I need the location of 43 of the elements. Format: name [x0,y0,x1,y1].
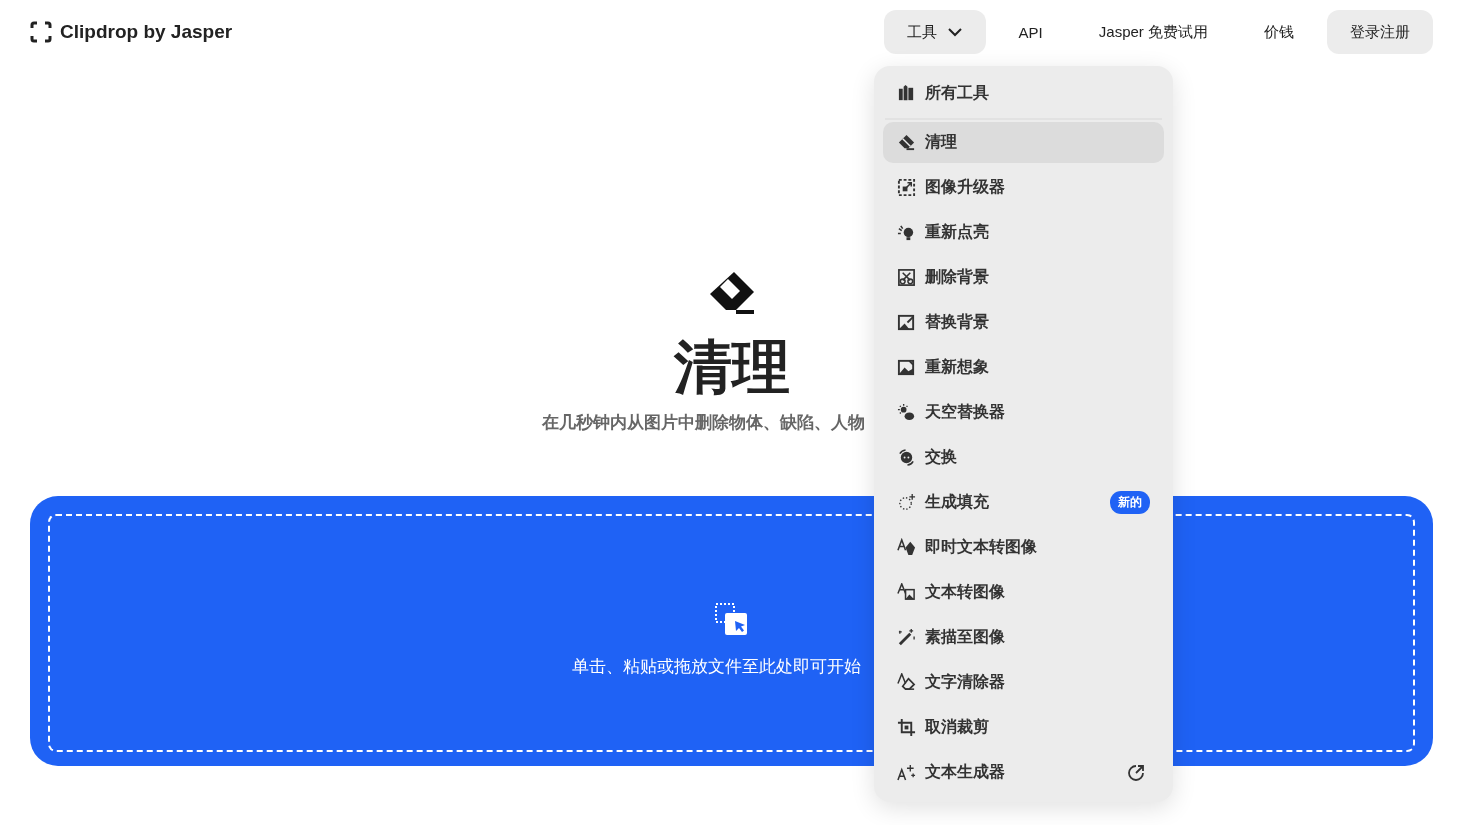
eraser-icon [897,133,916,152]
scissors-icon [897,268,916,287]
magic-wand-icon [897,628,916,647]
nav-link[interactable]: Jasper 免费试用 [1075,10,1231,54]
text-sparkle-icon [897,763,916,782]
menu-item[interactable]: 即时文本转图像 [883,527,1164,568]
image-edit-icon [897,313,916,332]
menu-item[interactable]: 素描至图像 [883,617,1164,658]
books-icon [897,84,916,103]
menu-item[interactable]: 所有工具 [883,73,1164,114]
crop-icon [897,718,916,737]
menu-item[interactable]: 交换 [883,437,1164,478]
nav-link[interactable]: API [995,10,1066,54]
dotted-circle-icon [897,493,916,512]
text-eraser-icon [897,673,916,692]
menu-item[interactable]: 删除背景 [883,257,1164,298]
dropzone-text: 单击、粘贴或拖放文件至此处即可开始 [572,654,861,678]
page-subtitle: 在几秒钟内从图片中删除物体、缺陷、人物 [542,411,865,434]
sun-cloud-icon [897,403,916,422]
face-swap-icon [897,448,916,467]
menu-item[interactable]: 图像升级器 [883,167,1164,208]
menu-item[interactable]: 清理 [883,122,1164,163]
bulb-icon [897,223,916,242]
image-icon [897,358,916,377]
upload-icon [714,602,749,637]
menu-item[interactable]: 替换背景 [883,302,1164,343]
menu-item[interactable]: 文字清除器 [883,662,1164,703]
menu-item[interactable]: 天空替换器 [883,392,1164,433]
menu-item[interactable]: 文本转图像 [883,572,1164,613]
logo-text[interactable]: Clipdrop by Jasper [60,21,233,43]
text-image-icon [897,583,916,602]
logo-icon [30,21,52,43]
menu-item[interactable]: 重新点亮 [883,212,1164,253]
login-button[interactable]: 登录注册 [1327,10,1433,54]
tools-menu-button[interactable]: 工具 [883,10,986,54]
chevron-icon [946,27,963,37]
menu-item[interactable]: 取消裁剪 [883,707,1164,748]
upscale-icon [897,178,916,197]
text-image-icon [897,538,916,557]
page-title: 清理 [673,333,790,401]
new-badge: 新的 [1110,491,1150,514]
menu-item[interactable]: 重新想象 [883,347,1164,388]
nav-link[interactable]: 价钱 [1241,10,1317,54]
